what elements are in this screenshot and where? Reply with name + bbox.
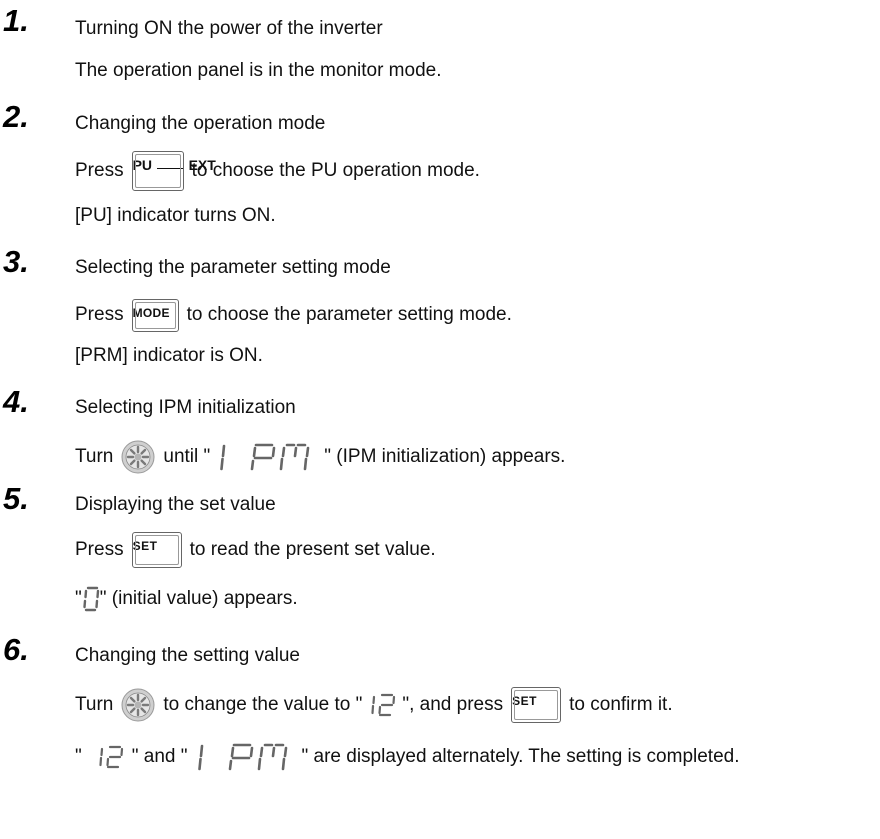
step-number: 3. [3,244,29,279]
step-text: " " (initial value) appears. [75,584,298,614]
step-text: The operation panel is in the monitor mo… [75,60,442,81]
step-text: Press PU EXT to choose the PU operation … [75,149,480,193]
seven-segment-zero-display [83,586,99,612]
step-text: Turn to change the value to " ", and pre… [75,685,673,725]
setting-dial-icon [121,688,156,722]
step-text: Press SET to read the present set value. [75,530,436,570]
setting-dial-icon [121,440,156,474]
step-title: Selecting the parameter setting mode [75,257,391,278]
step-text: [PRM] indicator is ON. [75,345,263,366]
step-title: Displaying the set value [75,494,276,515]
mode-key-icon: MODE [131,298,179,332]
step-title: Turning ON the power of the inverter [75,18,383,39]
step-number: 6. [3,632,29,667]
step-title: Changing the setting value [75,645,300,666]
step-number: 2. [3,99,29,134]
step-title: Selecting IPM initialization [75,397,296,418]
step-text: [PU] indicator turns ON. [75,205,276,226]
set-key-icon: SET [131,532,182,568]
step-number: 1. [3,3,29,38]
step-text: " " and " " are displayed alternately. T… [75,737,740,777]
step-text: Press MODE to choose the parameter setti… [75,295,512,335]
seven-segment-12-display [371,693,396,717]
set-key-icon: SET [511,687,562,723]
step-number: 4. [3,384,29,419]
step-number: 5. [3,481,29,516]
pu-ext-key-icon: PU EXT [131,151,216,191]
step-text: Turn until " " (IPM initialization) appe… [75,437,565,477]
seven-segment-12-display [99,745,123,769]
step-title: Changing the operation mode [75,113,326,134]
seven-segment-ipm-display [197,743,287,771]
seven-segment-ipm-display [220,443,310,471]
